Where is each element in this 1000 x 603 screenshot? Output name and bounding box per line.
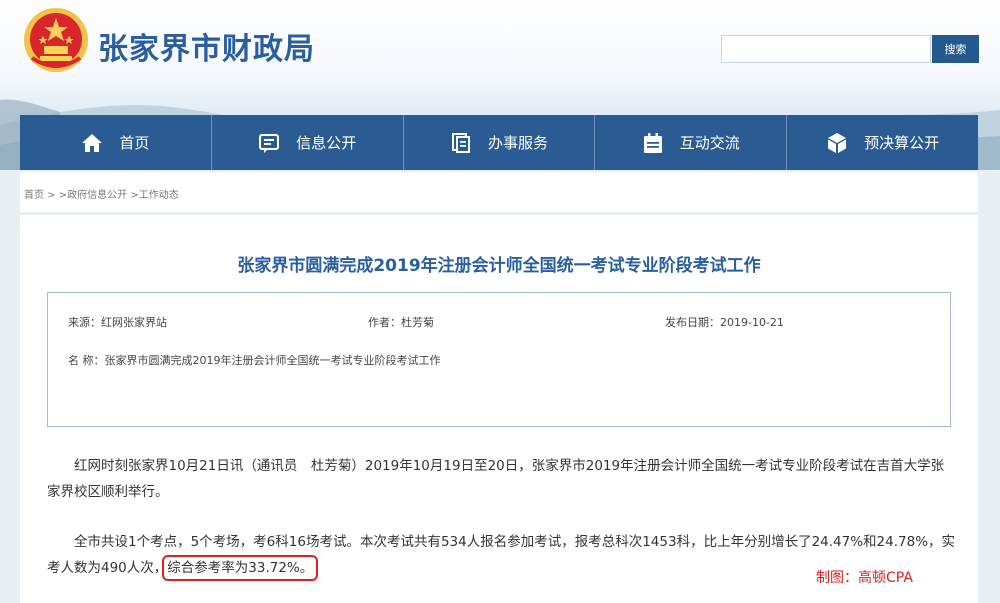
national-emblem-icon [24, 8, 88, 72]
article-name: 名 称：张家界市圆满完成2019年注册会计师全国统一考试专业阶段考试工作 [68, 354, 441, 367]
breadcrumb-separator: > [47, 190, 56, 201]
breadcrumb-home-link[interactable]: 首页 [24, 190, 44, 201]
info-icon [259, 133, 280, 153]
nav-item-budget[interactable]: 预决算公开 [787, 115, 978, 170]
article-container: 张家界市圆满完成2019年注册会计师全国统一考试专业阶段考试工作 来源：红网张家… [20, 215, 978, 603]
nav-item-label: 互动交流 [679, 134, 740, 152]
article-source: 来源：红网张家界站 [68, 316, 167, 329]
search-input[interactable] [721, 35, 931, 63]
search-button[interactable]: 搜索 [932, 35, 979, 63]
breadcrumb-work-news-link[interactable]: >工作动态 [130, 190, 178, 201]
nav-item-label: 预决算公开 [864, 134, 940, 152]
home-icon [82, 133, 103, 152]
main-nav: 首页 信息公开 办事服务 互动交流 预决算公开 [20, 115, 978, 170]
nav-item-home[interactable]: 首页 [20, 115, 212, 170]
chart-credit-watermark: 制图：高顿CPA [816, 570, 913, 586]
nav-item-label: 信息公开 [296, 134, 357, 152]
service-icon [451, 132, 470, 153]
nav-item-label: 首页 [119, 134, 150, 152]
article-paragraph-1: 红网时刻张家界10月21日讯（通讯员 杜芳菊）2019年10月19日至20日，张… [47, 458, 945, 500]
nav-item-info-public[interactable]: 信息公开 [212, 115, 404, 170]
nav-item-services[interactable]: 办事服务 [404, 115, 596, 170]
nav-item-label: 办事服务 [487, 134, 548, 152]
article-author: 作者：杜芳菊 [368, 316, 434, 329]
article-title: 张家界市圆满完成2019年注册会计师全国统一考试专业阶段考试工作 [237, 256, 761, 276]
nav-item-interaction[interactable]: 互动交流 [595, 115, 788, 170]
interact-icon [643, 132, 662, 153]
article-meta-box: 来源：红网张家界站 作者：杜芳菊 发布日期：2019-10-21 名 称：张家界… [47, 292, 951, 427]
breadcrumb: 首页 > >政府信息公开 >工作动态 [20, 172, 978, 212]
site-title: 张家界市财政局 [98, 32, 315, 67]
breadcrumb-gov-info-link[interactable]: >政府信息公开 [59, 190, 127, 201]
article-date: 发布日期：2019-10-21 [665, 316, 784, 329]
budget-icon [828, 132, 847, 153]
highlighted-pass-rate: 综合参考率为33.72%。 [162, 555, 319, 581]
